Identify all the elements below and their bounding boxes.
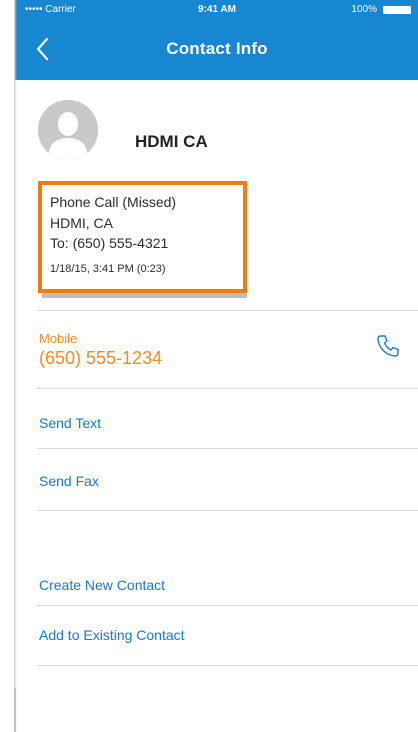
card-shadow [42, 293, 247, 298]
contact-name: HDMI CA [135, 132, 208, 151]
send-fax-button[interactable]: Send Fax [39, 473, 99, 489]
person-icon [38, 100, 98, 160]
divider [37, 388, 418, 389]
frame-edge [14, 688, 16, 732]
battery-icon [383, 6, 411, 14]
phone-icon [377, 335, 399, 357]
call-log-card: Phone Call (Missed) HDMI, CA To: (650) 5… [38, 181, 247, 293]
mobile-number[interactable]: (650) 555-1234 [39, 348, 162, 369]
avatar [38, 100, 98, 160]
mobile-label: Mobile [39, 331, 78, 346]
phone-screen: ••••• Carrier 9:41 AM 100% Contact Info … [14, 0, 418, 732]
add-to-existing-contact-button[interactable]: Add to Existing Contact [39, 627, 185, 643]
divider [37, 510, 418, 511]
battery-percent: 100% [351, 4, 377, 15]
divider [37, 665, 418, 666]
call-type: Phone Call (Missed) [50, 194, 177, 210]
call-to-number: To: (650) 555-4321 [50, 235, 169, 251]
page-title: Contact Info [166, 39, 268, 58]
divider [37, 605, 418, 606]
call-location: HDMI, CA [50, 215, 113, 231]
divider [37, 310, 418, 311]
contact-header: HDMI CA [15, 80, 418, 180]
navigation-bar: Contact Info [15, 20, 418, 80]
create-new-contact-button[interactable]: Create New Contact [39, 577, 165, 593]
send-text-button[interactable]: Send Text [39, 415, 101, 431]
call-datetime: 1/18/15, 3:41 PM (0:23) [50, 263, 166, 275]
call-button[interactable] [375, 333, 401, 359]
divider [37, 448, 418, 449]
status-bar: ••••• Carrier 9:41 AM 100% [15, 0, 418, 20]
